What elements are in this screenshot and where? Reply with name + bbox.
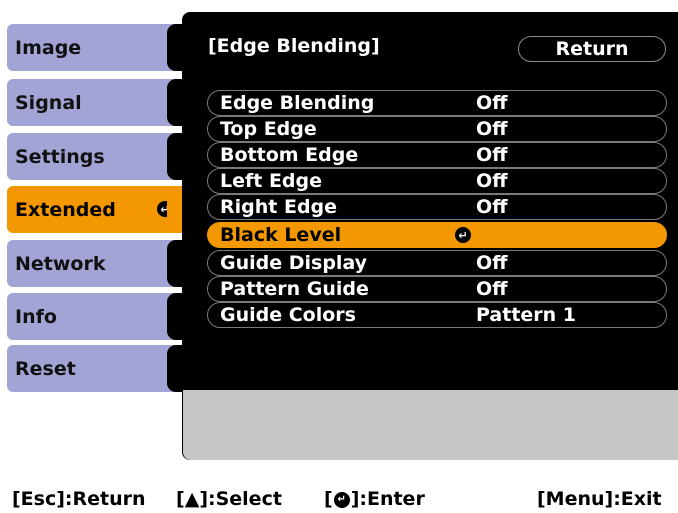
enter-icon: ↵ [455,227,471,243]
help-select-prefix: [ [176,488,185,510]
help-select-suffix: ]:Select [199,488,282,510]
sidebar-item-label: Settings [15,145,105,168]
menu-row-left-edge[interactable]: Left Edge Off [207,168,667,194]
sidebar-item-network[interactable]: Network [7,240,185,287]
up-down-arrows-icon: ▲︎ [184,488,200,510]
sidebar-item-label: Image [15,36,82,59]
row-label: Left Edge [220,170,323,192]
help-esc-return: [Esc]:Return [12,488,146,510]
row-value: Off [476,196,508,218]
row-label: Right Edge [220,196,338,218]
row-label: Pattern Guide [220,278,369,300]
sidebar-item-reset[interactable]: Reset [7,345,185,392]
row-label: Bottom Edge [220,144,359,166]
row-label: Guide Colors [220,304,356,326]
help-enter: [↵]:Enter [324,488,425,510]
panel-footer-area [183,390,678,460]
help-menu-exit: [Menu]:Exit [537,488,662,510]
enter-icon: ↵ [333,491,350,508]
menu-row-pattern-guide[interactable]: Pattern Guide Off [207,276,667,302]
sidebar-item-settings[interactable]: Settings [7,133,185,180]
page-title: [Edge Blending] [208,35,380,57]
menu-row-top-edge[interactable]: Top Edge Off [207,116,667,142]
menu-row-bottom-edge[interactable]: Bottom Edge Off [207,142,667,168]
sidebar-item-image[interactable]: Image [7,24,185,71]
help-bar: [Esc]:Return [▲︎]:Select [↵]:Enter [Menu… [0,484,678,513]
row-value: Off [476,92,508,114]
tab-connector [167,186,183,233]
row-value: Off [476,118,508,140]
row-value: Off [476,144,508,166]
row-label: Black Level [220,224,342,246]
help-enter-suffix: ]:Enter [350,488,425,510]
sidebar-item-label: Signal [15,91,82,114]
menu-row-right-edge[interactable]: Right Edge Off [207,194,667,220]
sidebar-item-extended[interactable]: Extended ↵ [7,186,183,233]
sidebar-item-label: Info [15,305,57,328]
row-value: Pattern 1 [476,304,577,326]
menu-row-edge-blending[interactable]: Edge Blending Off [207,90,667,116]
row-label: Edge Blending [220,92,375,114]
menu-row-black-level[interactable]: Black Level ↵ [207,222,667,248]
sidebar-item-label: Extended [15,198,116,221]
sidebar-item-info[interactable]: Info [7,293,185,340]
sidebar-item-signal[interactable]: Signal [7,79,185,126]
row-label: Top Edge [220,118,317,140]
row-value: Off [476,170,508,192]
row-value: Off [476,278,508,300]
return-button[interactable]: Return [518,36,666,62]
menu-row-guide-colors[interactable]: Guide Colors Pattern 1 [207,302,667,328]
help-select: [▲︎]:Select [176,488,282,510]
menu-row-guide-display[interactable]: Guide Display Off [207,250,667,276]
row-label: Guide Display [220,252,368,274]
sidebar-item-label: Reset [15,357,76,380]
sidebar-item-label: Network [15,252,106,275]
help-enter-prefix: [ [324,488,333,510]
row-value: Off [476,252,508,274]
